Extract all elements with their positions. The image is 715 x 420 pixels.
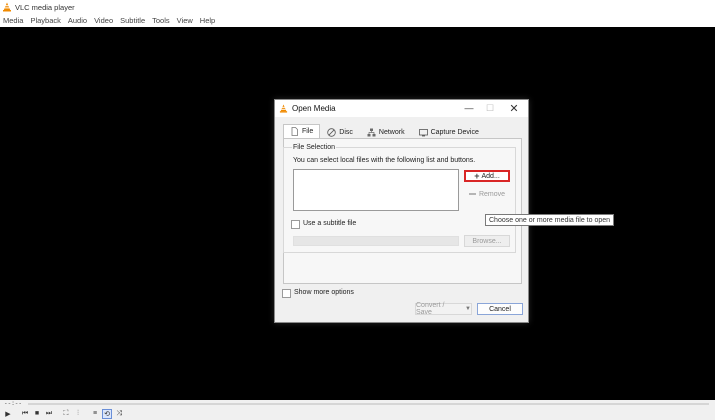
minus-icon — [468, 193, 476, 195]
show-more-options-label[interactable]: Show more options — [294, 289, 354, 296]
menu-playback[interactable]: Playback — [30, 16, 60, 25]
file-icon — [291, 127, 298, 136]
dialog-titlebar[interactable]: Open Media — ☐ ✕ — [275, 100, 528, 117]
app-title: VLC media player — [15, 2, 75, 12]
menu-audio[interactable]: Audio — [68, 16, 87, 25]
menu-video[interactable]: Video — [94, 16, 113, 25]
cancel-button-label: Cancel — [489, 305, 511, 313]
show-more-options-checkbox[interactable] — [282, 289, 291, 298]
playback-controls: ▶ ⏮ ■ ⏭ ⛶ ⫶ ≡ ⟲ ⤨ — [0, 407, 715, 420]
open-media-dialog: Open Media — ☐ ✕ File Disc Network Captu… — [274, 99, 529, 323]
minimize-icon: — — [464, 103, 474, 113]
equalizer-icon: ⫶ — [77, 409, 79, 417]
tab-disc[interactable]: Disc — [320, 126, 360, 138]
loop-button[interactable]: ⟲ — [102, 408, 112, 419]
extended-settings-button[interactable]: ⫶ — [73, 409, 83, 419]
dialog-title: Open Media — [292, 104, 336, 113]
menu-view[interactable]: View — [177, 16, 193, 25]
tab-file-label: File — [302, 128, 314, 135]
file-selection-label: File Selection — [292, 144, 337, 151]
file-selection-hint: You can select local files with the foll… — [293, 157, 476, 164]
tab-capture-device-label: Capture Device — [430, 129, 479, 136]
maximize-icon: ☐ — [485, 102, 495, 113]
seek-bar[interactable]: --:-- — [0, 400, 715, 407]
disc-icon — [327, 128, 336, 137]
loop-icon: ⟲ — [104, 410, 110, 418]
add-button-label: Add... — [481, 172, 500, 180]
fullscreen-button[interactable]: ⛶ — [61, 409, 71, 419]
menu-bar: Media Playback Audio Video Subtitle Tool… — [0, 14, 715, 27]
stop-icon: ■ — [34, 410, 40, 417]
tab-network-label: Network — [378, 129, 405, 136]
seek-track[interactable] — [28, 402, 709, 405]
file-list[interactable] — [293, 169, 459, 211]
playlist-icon: ≡ — [92, 410, 98, 417]
minimize-button[interactable]: — — [462, 102, 476, 114]
add-button[interactable]: + Add... — [464, 170, 510, 182]
plus-icon: + — [474, 171, 480, 181]
vlc-cone-icon — [279, 104, 288, 113]
capture-device-icon — [418, 129, 428, 137]
dropdown-arrow-icon[interactable]: ▼ — [465, 306, 471, 312]
stop-button[interactable]: ■ — [32, 409, 42, 419]
subtitle-path-field — [293, 236, 459, 246]
fullscreen-icon: ⛶ — [63, 409, 69, 417]
play-button[interactable]: ▶ — [3, 409, 13, 419]
remove-button-label: Remove — [478, 190, 506, 198]
tab-bar: File Disc Network Capture Device — [283, 124, 486, 138]
playlist-button[interactable]: ≡ — [90, 409, 100, 419]
next-button[interactable]: ⏭ — [44, 409, 54, 419]
tooltip-text: Choose one or more media file to open — [489, 216, 611, 224]
convert-save-label: Convert / Save — [416, 302, 445, 316]
previous-button[interactable]: ⏮ — [20, 409, 30, 419]
menu-media[interactable]: Media — [3, 16, 23, 25]
tab-network[interactable]: Network — [360, 126, 412, 138]
next-icon: ⏭ — [45, 409, 53, 417]
convert-save-button[interactable]: Convert / Save ▼ — [415, 302, 472, 316]
tab-capture-device[interactable]: Capture Device — [412, 126, 486, 138]
browse-button-label: Browse... — [472, 237, 502, 245]
play-icon: ▶ — [5, 410, 11, 418]
previous-icon: ⏮ — [21, 409, 29, 417]
menu-help[interactable]: Help — [200, 16, 215, 25]
network-icon — [367, 128, 376, 137]
menu-tools[interactable]: Tools — [152, 16, 170, 25]
shuffle-button[interactable]: ⤨ — [114, 409, 124, 419]
add-button-tooltip: Choose one or more media file to open — [485, 214, 615, 226]
elapsed-time: --:-- — [4, 400, 23, 407]
maximize-button[interactable]: ☐ — [483, 102, 497, 114]
subtitle-checkbox[interactable] — [291, 220, 300, 229]
vlc-cone-icon — [3, 2, 11, 12]
shuffle-icon: ⤨ — [116, 409, 122, 417]
cancel-button[interactable]: Cancel — [477, 303, 523, 315]
close-button[interactable]: ✕ — [507, 102, 521, 115]
subtitle-checkbox-label[interactable]: Use a subtitle file — [303, 220, 356, 227]
browse-button[interactable]: Browse... — [464, 235, 510, 247]
tab-file[interactable]: File — [283, 124, 321, 138]
remove-button[interactable]: Remove — [464, 188, 510, 200]
close-icon: ✕ — [509, 102, 519, 115]
main-titlebar: VLC media player — [0, 0, 715, 14]
tab-disc-label: Disc — [339, 129, 353, 136]
menu-subtitle[interactable]: Subtitle — [120, 16, 145, 25]
